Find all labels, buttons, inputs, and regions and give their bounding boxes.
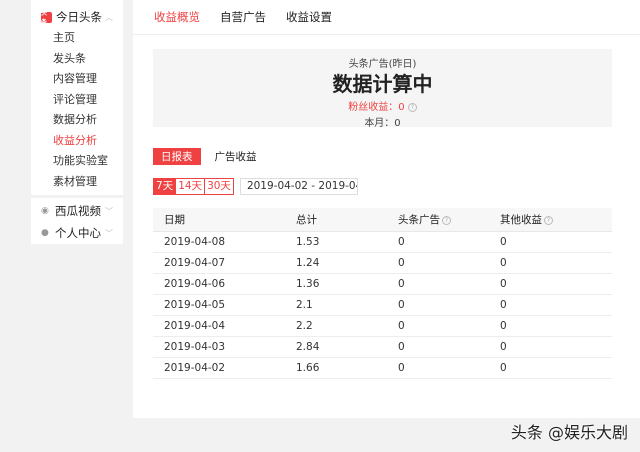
cell-other-income: 0 <box>500 299 507 311</box>
sidebar-item-home[interactable]: 主页 <box>31 28 123 49</box>
watermark: 头条 @娱乐大剧 <box>510 423 628 442</box>
col-toutiao-ads-label: 头条广告 <box>398 214 440 226</box>
tab-income-overview[interactable]: 收益概览 <box>154 9 200 25</box>
cell-other-income: 0 <box>500 278 507 290</box>
cell-other-income: 0 <box>500 362 507 374</box>
col-other-income: 其他收益? <box>500 212 602 227</box>
cell-other-income: 0 <box>500 341 507 353</box>
cell-total: 1.66 <box>296 362 320 374</box>
cell-toutiao-ads: 0 <box>398 341 405 353</box>
sidebar-item-data-analysis[interactable]: 数据分析 <box>31 110 123 131</box>
cell-other-income: 0 <box>500 257 507 269</box>
cell-total: 2.84 <box>296 341 320 353</box>
range-30-days-button[interactable]: 30天 <box>205 178 234 195</box>
cell-date: 2019-04-02 <box>164 362 226 374</box>
main-panel: 收益概览 自营广告 收益设置 头条广告(昨日) 数据计算中 粉丝收益：0 ? 本… <box>133 0 640 418</box>
cell-total: 2.2 <box>296 320 313 332</box>
income-summary-card: 头条广告(昨日) 数据计算中 粉丝收益：0 ? 本月：0 <box>153 49 612 129</box>
table-row: 2019-04-08 1.53 0 0 <box>153 232 612 253</box>
tab-income-settings[interactable]: 收益设置 <box>286 9 332 25</box>
subtab-ad-income[interactable]: 广告收益 <box>207 148 265 165</box>
subtab-daily-report[interactable]: 日报表 <box>153 148 201 165</box>
cell-toutiao-ads: 0 <box>398 362 405 374</box>
range-7-days-button[interactable]: 7天 <box>153 178 177 195</box>
cell-toutiao-ads: 0 <box>398 257 405 269</box>
fan-income-label: 粉丝收益：0 <box>348 102 405 113</box>
sidebar-app-header[interactable]: 头条 今日头条 ︿ <box>31 6 123 28</box>
sidebar-item-lab[interactable]: 功能实验室 <box>31 151 123 172</box>
col-other-income-label: 其他收益 <box>500 214 542 226</box>
chevron-down-icon[interactable]: ﹀ <box>105 206 113 217</box>
cell-toutiao-ads: 0 <box>398 299 405 311</box>
sidebar-xigua-label: 西瓜视频 <box>55 204 101 218</box>
cell-other-income: 0 <box>500 236 507 248</box>
col-total: 总计 <box>296 214 317 226</box>
sidebar-app-title: 今日头条 <box>56 10 102 24</box>
month-income: 本月：0 <box>364 118 401 129</box>
cell-toutiao-ads: 0 <box>398 320 405 332</box>
cell-other-income: 0 <box>500 320 507 332</box>
table-header: 日期 总计 头条广告? 其他收益? <box>153 208 612 232</box>
chevron-down-icon[interactable]: ﹀ <box>105 228 113 239</box>
sidebar-item-personal[interactable]: ● 个人中心 ﹀ <box>31 222 123 244</box>
cell-date: 2019-04-08 <box>164 236 226 248</box>
cell-date: 2019-04-03 <box>164 341 226 353</box>
toutiao-logo-icon: 头条 <box>41 10 52 26</box>
cell-toutiao-ads: 0 <box>398 236 405 248</box>
date-filters: 7天 14天 30天 2019-04-02 - 2019-04-08 <box>153 178 358 195</box>
fan-income: 粉丝收益：0 ? <box>153 98 612 113</box>
sidebar-item-comments[interactable]: 评论管理 <box>31 90 123 111</box>
tab-own-ads[interactable]: 自营广告 <box>220 9 266 25</box>
sidebar-main-section: 头条 今日头条 ︿ 主页 发头条 内容管理 评论管理 数据分析 收益分析 功能实… <box>31 0 123 195</box>
col-toutiao-ads: 头条广告? <box>398 212 500 227</box>
table-row: 2019-04-02 1.66 0 0 <box>153 358 612 379</box>
cell-toutiao-ads: 0 <box>398 278 405 290</box>
summary-subtitle: 头条广告(昨日) <box>348 59 417 70</box>
cell-date: 2019-04-06 <box>164 278 226 290</box>
cell-total: 1.53 <box>296 236 320 248</box>
help-icon[interactable]: ? <box>407 102 417 112</box>
sidebar-personal-label: 个人中心 <box>55 226 101 240</box>
help-icon[interactable]: ? <box>544 215 553 225</box>
col-date: 日期 <box>164 214 185 226</box>
sidebar-item-xigua[interactable]: ◉ 西瓜视频 ﹀ <box>31 200 123 222</box>
summary-status: 数据计算中 <box>332 72 433 96</box>
report-subtabs: 日报表 广告收益 <box>153 148 271 165</box>
cell-total: 1.36 <box>296 278 320 290</box>
sidebar-item-materials[interactable]: 素材管理 <box>31 172 123 193</box>
help-icon[interactable]: ? <box>442 215 451 225</box>
location-pin-icon: ◉ <box>41 205 49 216</box>
user-icon: ● <box>41 227 49 238</box>
income-table: 日期 总计 头条广告? 其他收益? 2019-04-08 1.53 0 0 20… <box>153 208 612 379</box>
table-row: 2019-04-06 1.36 0 0 <box>153 274 612 295</box>
table-row: 2019-04-05 2.1 0 0 <box>153 295 612 316</box>
sidebar-secondary-section: ◉ 西瓜视频 ﹀ ● 个人中心 ﹀ <box>31 198 123 244</box>
sidebar: 头条 今日头条 ︿ 主页 发头条 内容管理 评论管理 数据分析 收益分析 功能实… <box>31 0 123 244</box>
sidebar-item-post[interactable]: 发头条 <box>31 49 123 70</box>
cell-total: 2.1 <box>296 299 313 311</box>
cell-date: 2019-04-05 <box>164 299 226 311</box>
sidebar-item-income-analysis[interactable]: 收益分析 <box>31 131 123 152</box>
table-row: 2019-04-07 1.24 0 0 <box>153 253 612 274</box>
top-tabs: 收益概览 自营广告 收益设置 <box>133 0 640 35</box>
cell-date: 2019-04-04 <box>164 320 226 332</box>
cell-total: 1.24 <box>296 257 320 269</box>
sidebar-item-content[interactable]: 内容管理 <box>31 69 123 90</box>
chevron-up-icon[interactable]: ︿ <box>105 12 113 23</box>
range-14-days-button[interactable]: 14天 <box>176 178 206 195</box>
table-row: 2019-04-03 2.84 0 0 <box>153 337 612 358</box>
table-row: 2019-04-04 2.2 0 0 <box>153 316 612 337</box>
cell-date: 2019-04-07 <box>164 257 226 269</box>
date-range-picker[interactable]: 2019-04-02 - 2019-04-08 <box>239 178 358 195</box>
